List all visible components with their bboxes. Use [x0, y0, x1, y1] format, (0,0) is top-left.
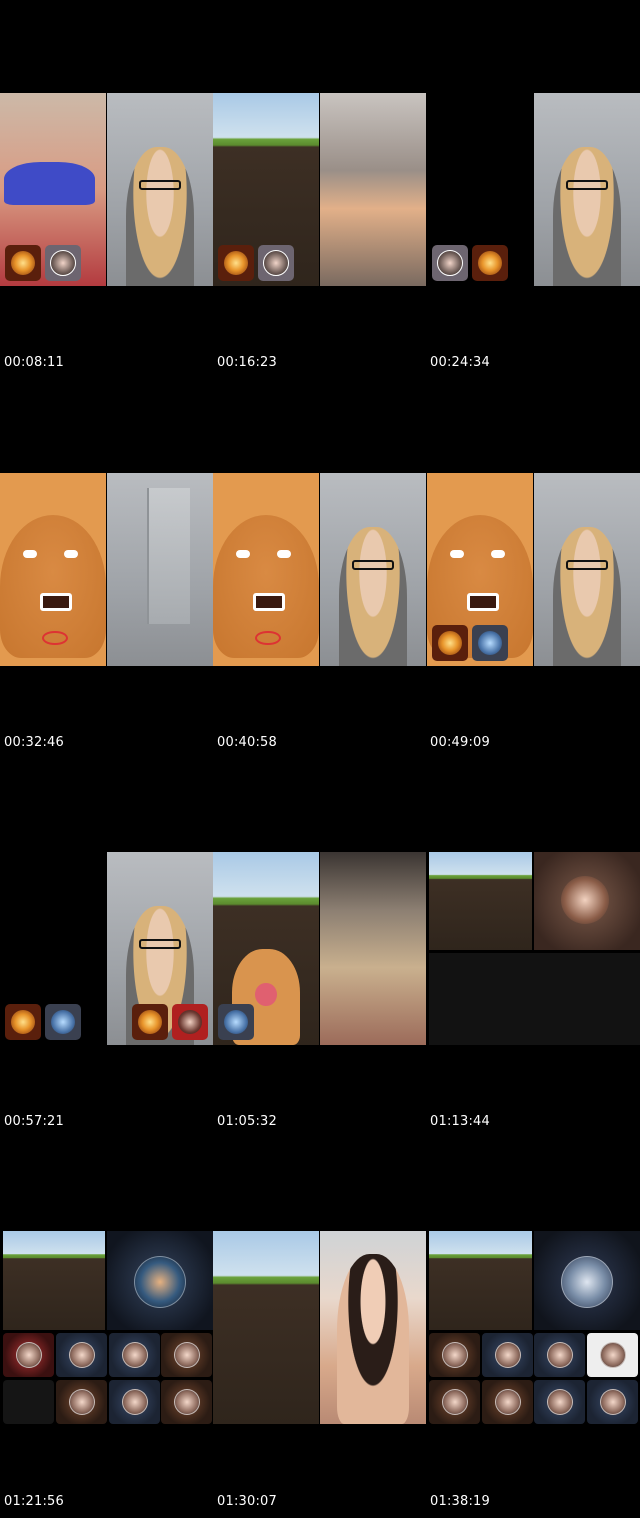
participant-tile[interactable]: [161, 1380, 212, 1424]
timestamp: 01:30:07: [217, 1494, 277, 1509]
participant-tile[interactable]: [534, 1380, 585, 1424]
frame-2[interactable]: [213, 93, 426, 286]
gingerbread-filter-tile[interactable]: [213, 473, 319, 666]
empty-slots-grid: [429, 953, 640, 1045]
frame-12[interactable]: [427, 1231, 640, 1424]
bow: [255, 631, 281, 646]
frame-11[interactable]: [213, 1231, 426, 1424]
person: [553, 147, 621, 286]
glasses: [138, 179, 182, 190]
frame-1[interactable]: [0, 93, 213, 286]
frame-6[interactable]: [427, 473, 640, 666]
host-video-tile[interactable]: [320, 473, 426, 666]
frame-4[interactable]: [0, 473, 213, 666]
participant-tile[interactable]: [56, 1333, 107, 1377]
participant-tile[interactable]: [429, 1380, 480, 1424]
timestamp: 01:05:32: [217, 1114, 277, 1129]
user-avatar-icon[interactable]: [172, 1004, 208, 1040]
frame-5[interactable]: [213, 473, 426, 666]
timestamp: 00:57:21: [4, 1114, 64, 1129]
person: [126, 147, 194, 286]
mouth: [467, 592, 499, 611]
cap: [4, 162, 96, 205]
participant-tile[interactable]: [161, 1333, 212, 1377]
fire-effect-icon[interactable]: [472, 245, 508, 281]
participant-tile[interactable]: [534, 1333, 585, 1377]
timestamp: 00:24:34: [430, 355, 490, 370]
timestamp: 00:49:09: [430, 735, 490, 750]
host-video-tile[interactable]: [320, 852, 426, 1045]
frame-10[interactable]: [0, 1231, 213, 1424]
participant-tile[interactable]: [109, 1380, 160, 1424]
eye: [236, 550, 251, 559]
frame-3[interactable]: [427, 93, 640, 286]
user-avatar-icon[interactable]: [258, 245, 294, 281]
host-video-tile[interactable]: [320, 93, 426, 286]
grass-field-tile[interactable]: [213, 1231, 319, 1424]
gingerbread-filter-tile[interactable]: [0, 473, 106, 666]
host-video-tile[interactable]: [534, 93, 640, 286]
profile-tile[interactable]: [534, 1231, 640, 1330]
person: [553, 527, 621, 666]
profile-tile[interactable]: [534, 852, 640, 950]
timestamp: 00:40:58: [217, 735, 277, 750]
fire-effect-icon[interactable]: [432, 625, 468, 661]
participant-tile[interactable]: [482, 1333, 533, 1377]
fire-effect-icon[interactable]: [5, 245, 41, 281]
mouth: [253, 592, 285, 611]
eye: [276, 550, 291, 559]
globe-avatar-icon[interactable]: [218, 1004, 254, 1040]
participant-tile[interactable]: [482, 1380, 533, 1424]
user-avatar-icon[interactable]: [432, 245, 468, 281]
mouth: [40, 592, 72, 611]
eye: [63, 550, 78, 559]
empty-room-tile[interactable]: [107, 473, 213, 666]
frame-8[interactable]: [213, 852, 426, 1045]
profile-tile[interactable]: [107, 1231, 213, 1330]
participant-tile[interactable]: [109, 1333, 160, 1377]
eye: [450, 550, 465, 559]
frame-7[interactable]: [0, 852, 213, 1045]
glasses: [565, 559, 609, 570]
timestamp: 01:13:44: [430, 1114, 490, 1129]
bow: [42, 631, 68, 646]
profile-photo: [134, 1256, 186, 1308]
grass-field-tile[interactable]: [429, 1231, 532, 1330]
fire-effect-icon[interactable]: [132, 1004, 168, 1040]
door: [147, 488, 190, 624]
user-avatar-icon[interactable]: [45, 245, 81, 281]
grass-field-tile[interactable]: [429, 852, 532, 950]
profile-photo: [561, 1256, 613, 1308]
glasses: [565, 179, 609, 190]
host-video-tile[interactable]: [534, 473, 640, 666]
participant-tile[interactable]: [587, 1333, 638, 1377]
fire-effect-icon[interactable]: [5, 1004, 41, 1040]
globe-avatar-icon[interactable]: [45, 1004, 81, 1040]
timestamp: 00:08:11: [4, 355, 64, 370]
timestamp: 01:38:19: [430, 1494, 490, 1509]
fire-effect-icon[interactable]: [218, 245, 254, 281]
nose: [255, 983, 277, 1007]
profile-photo: [561, 876, 609, 924]
eye: [490, 550, 505, 559]
host-video-tile[interactable]: [107, 93, 213, 286]
timestamp: 00:32:46: [4, 735, 64, 750]
timestamp: 00:16:23: [217, 355, 277, 370]
participant-tile[interactable]: [587, 1380, 638, 1424]
globe-avatar-icon[interactable]: [472, 625, 508, 661]
person: [339, 527, 407, 666]
participant-tile[interactable]: [429, 1333, 480, 1377]
glasses: [351, 559, 395, 570]
person: [336, 1254, 410, 1424]
glasses: [138, 938, 182, 949]
participant-tile[interactable]: [56, 1380, 107, 1424]
participant-tile[interactable]: [3, 1333, 54, 1377]
timestamp: 01:21:56: [4, 1494, 64, 1509]
empty-slot: [3, 1380, 54, 1424]
grass-field-tile[interactable]: [3, 1231, 105, 1330]
host-video-tile[interactable]: [320, 1231, 426, 1424]
eye: [23, 550, 38, 559]
frame-9[interactable]: [427, 852, 640, 1045]
